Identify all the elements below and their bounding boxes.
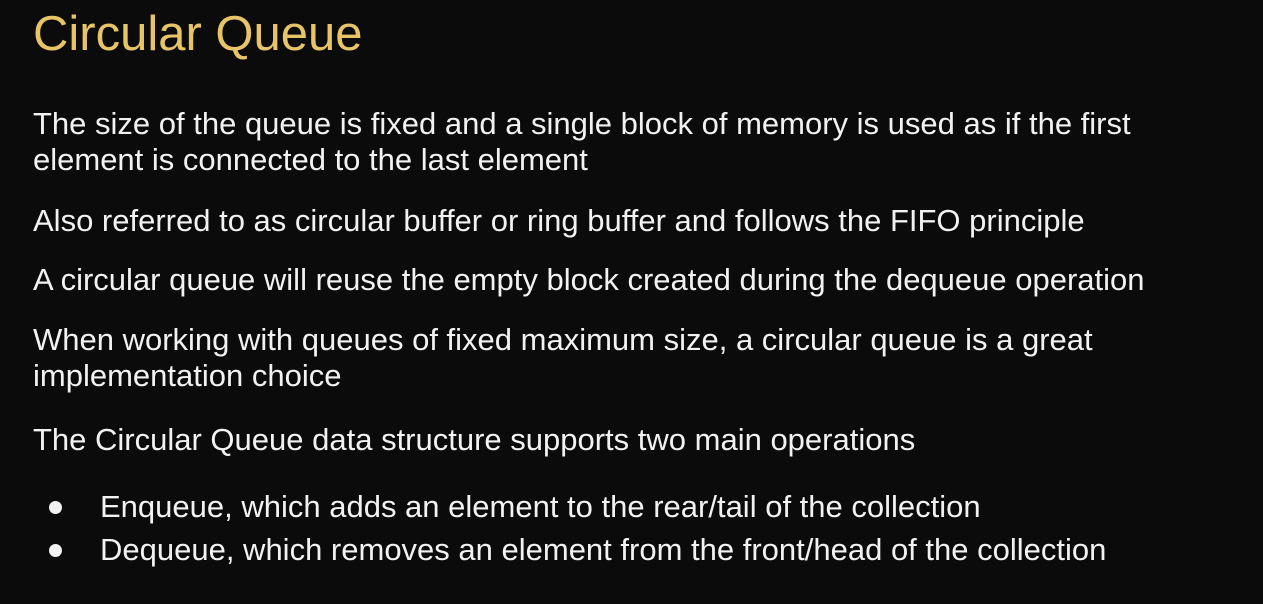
bullet-text: Enqueue, which adds an element to the re… — [100, 489, 981, 524]
paragraph-line: The size of the queue is fixed and a sin… — [33, 106, 1131, 141]
paragraph-line: When working with queues of fixed maximu… — [33, 322, 1093, 357]
paragraph-line: implementation choice — [33, 358, 342, 393]
paragraph-line: A circular queue will reuse the empty bl… — [33, 262, 1145, 297]
paragraph-operations-intro: The Circular Queue data structure suppor… — [33, 422, 1258, 458]
paragraph-circular-buffer: Also referred to as circular buffer or r… — [33, 203, 1258, 239]
paragraph-line: Also referred to as circular buffer or r… — [33, 203, 1085, 238]
bullet-icon — [49, 501, 62, 514]
paragraph-reuse-block: A circular queue will reuse the empty bl… — [33, 262, 1258, 298]
paragraph-implementation-choice: When working with queues of fixed maximu… — [33, 322, 1258, 394]
bullet-icon — [49, 544, 62, 557]
slide-title: Circular Queue — [33, 7, 363, 61]
bullet-text: Dequeue, which removes an element from t… — [100, 532, 1107, 567]
paragraph-fixed-size: The size of the queue is fixed and a sin… — [33, 106, 1258, 178]
paragraph-line: element is connected to the last element — [33, 142, 588, 177]
slide: Circular Queue The size of the queue is … — [0, 0, 1263, 604]
paragraph-line: The Circular Queue data structure suppor… — [33, 422, 916, 457]
